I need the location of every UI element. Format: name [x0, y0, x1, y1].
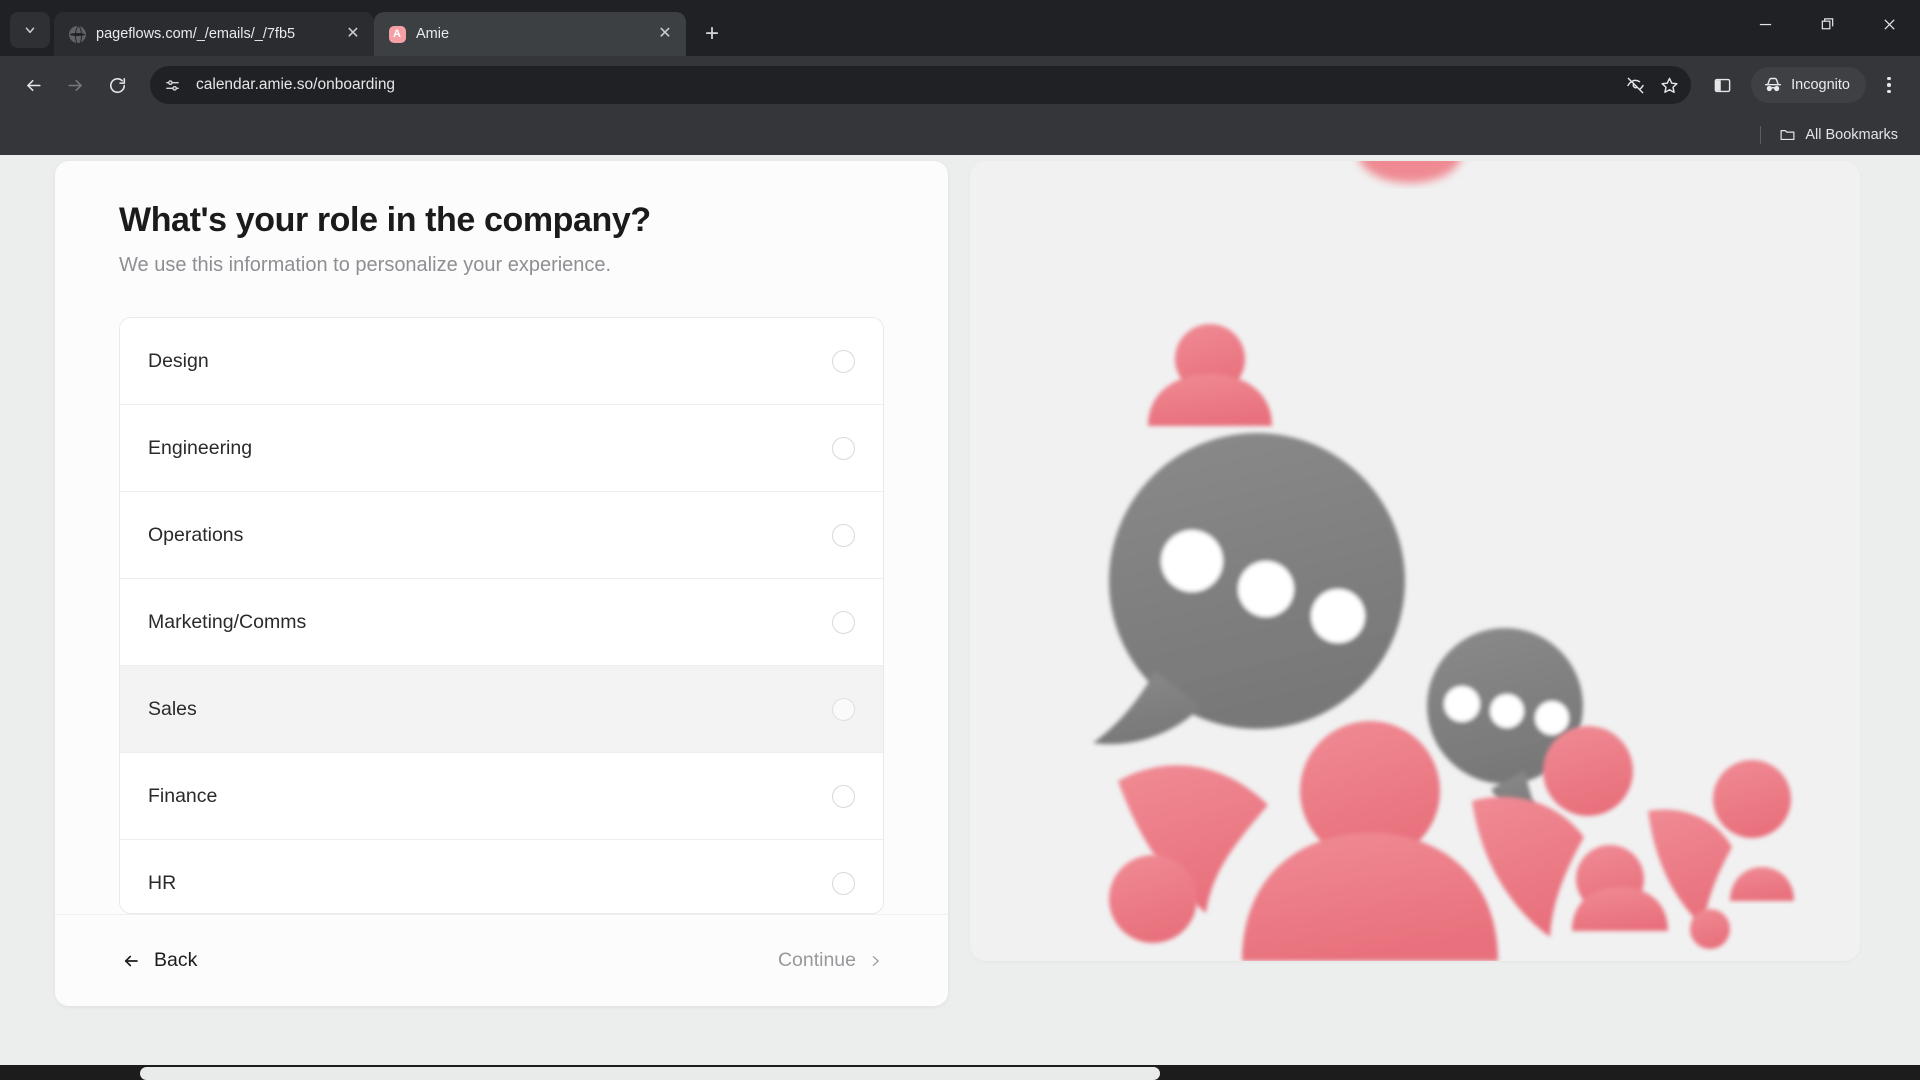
continue-button[interactable]: Continue [778, 949, 882, 972]
address-bar[interactable]: calendar.amie.so/onboarding [150, 66, 1692, 104]
url-text: calendar.amie.so/onboarding [196, 76, 396, 93]
people-chat-bubbles-illustration [1093, 161, 1794, 961]
reload-button[interactable] [98, 66, 136, 104]
page-subtitle: We use this information to personalize y… [119, 254, 612, 277]
onboarding-illustration-panel [970, 161, 1860, 961]
kebab-dot [1887, 83, 1891, 87]
role-option-finance[interactable]: Finance [120, 753, 883, 841]
all-bookmarks-label: All Bookmarks [1805, 126, 1898, 143]
new-tab-button[interactable]: + [694, 16, 730, 52]
kebab-dot [1887, 89, 1891, 94]
chrome-menu-button[interactable] [1872, 66, 1906, 104]
radio-button[interactable] [832, 872, 855, 896]
site-settings-button[interactable] [158, 71, 186, 99]
tab-close-button[interactable]: ✕ [342, 23, 364, 45]
option-label: Marketing/Comms [148, 610, 307, 633]
minimize-icon [1759, 23, 1771, 25]
back-label: Back [154, 949, 198, 971]
role-option-operations[interactable]: Operations [120, 492, 883, 580]
arrow-right-icon [67, 79, 82, 91]
radio-button[interactable] [832, 784, 855, 808]
role-option-hr[interactable]: HR [120, 840, 883, 914]
window-controls [1734, 0, 1920, 48]
radio-button[interactable] [832, 436, 855, 460]
bookmarks-bar: All Bookmarks [0, 114, 1920, 155]
card-header: What's your role in the company? We use … [55, 161, 948, 277]
browser-tab-amie[interactable]: A Amie ✕ [374, 12, 686, 56]
profile-label: Incognito [1791, 77, 1850, 93]
back-button[interactable]: Back [121, 949, 197, 972]
tab-title: pageflows.com/_/emails/_/7fb5 [96, 26, 296, 42]
option-label: Engineering [148, 436, 253, 459]
toolbar-right: Incognito [1703, 66, 1906, 104]
tracking-protection-button[interactable] [1619, 69, 1651, 101]
folder-icon [1780, 130, 1795, 141]
tab-title: Amie [416, 26, 450, 42]
option-label: Design [148, 349, 209, 372]
star-icon [1661, 77, 1678, 93]
maximize-button[interactable] [1796, 0, 1858, 48]
tab-strip: pageflows.com/_/emails/_/7fb5 ✕ A Amie ✕… [0, 0, 1920, 56]
browser-tab-pageflows[interactable]: pageflows.com/_/emails/_/7fb5 ✕ [54, 12, 374, 56]
globe-icon [68, 25, 86, 43]
amie-favicon-letter: A [388, 25, 406, 43]
incognito-icon [1765, 77, 1782, 92]
tab-search-button[interactable] [10, 12, 50, 48]
onboarding-card: What's your role in the company? We use … [55, 161, 948, 1006]
bookmark-button[interactable] [1653, 69, 1685, 101]
card-footer: Back Continue [55, 914, 948, 1006]
radio-button[interactable] [832, 610, 855, 634]
tab-close-button[interactable]: ✕ [654, 23, 676, 45]
bottom-scrollbar-track[interactable] [0, 1065, 1920, 1080]
nav-back-button[interactable] [14, 66, 52, 104]
arrow-left-icon [26, 79, 41, 91]
page-title: What's your role in the company? [119, 201, 651, 239]
option-label: Operations [148, 523, 244, 546]
omnibox-actions [1619, 69, 1685, 101]
role-option-design[interactable]: Design [120, 318, 883, 406]
option-label: Sales [148, 697, 197, 720]
radio-button[interactable] [832, 697, 855, 721]
chevron-right-icon [872, 955, 879, 966]
arrow-left-icon [124, 955, 138, 966]
eye-off-icon [1626, 77, 1644, 93]
browser-window: pageflows.com/_/emails/_/7fb5 ✕ A Amie ✕… [0, 0, 1920, 1080]
close-window-button[interactable] [1858, 0, 1920, 48]
option-label: HR [148, 872, 177, 895]
site-settings-icon [165, 79, 179, 91]
restore-icon [1821, 17, 1833, 29]
bottom-scrollbar-thumb[interactable] [140, 1067, 1160, 1080]
radio-button[interactable] [832, 349, 855, 373]
onboarding-page: What's your role in the company? We use … [0, 155, 1905, 1065]
role-option-sales[interactable]: Sales [120, 666, 883, 754]
page-viewport: What's your role in the company? We use … [0, 155, 1920, 1065]
reload-icon [109, 77, 125, 93]
nav-forward-button[interactable] [56, 66, 94, 104]
role-options-list: Design Engineering Operations Marketing/… [119, 317, 884, 914]
bookmarks-divider [1760, 125, 1762, 144]
option-label: Finance [148, 784, 218, 807]
side-panel-button[interactable] [1703, 66, 1741, 104]
radio-button[interactable] [832, 523, 855, 547]
close-icon [1883, 18, 1895, 30]
side-panel-icon [1714, 78, 1730, 92]
role-option-engineering[interactable]: Engineering [120, 405, 883, 493]
role-option-marketing-comms[interactable]: Marketing/Comms [120, 579, 883, 667]
continue-label: Continue [777, 949, 856, 971]
all-bookmarks-button[interactable]: All Bookmarks [1771, 122, 1906, 147]
minimize-button[interactable] [1734, 0, 1796, 48]
amie-logo-icon: A [388, 25, 406, 43]
profile-incognito-button[interactable]: Incognito [1751, 67, 1866, 103]
browser-toolbar: calendar.amie.so/onboarding Incognito [0, 56, 1920, 114]
chevron-down-icon [25, 27, 35, 34]
kebab-dot [1887, 76, 1891, 81]
